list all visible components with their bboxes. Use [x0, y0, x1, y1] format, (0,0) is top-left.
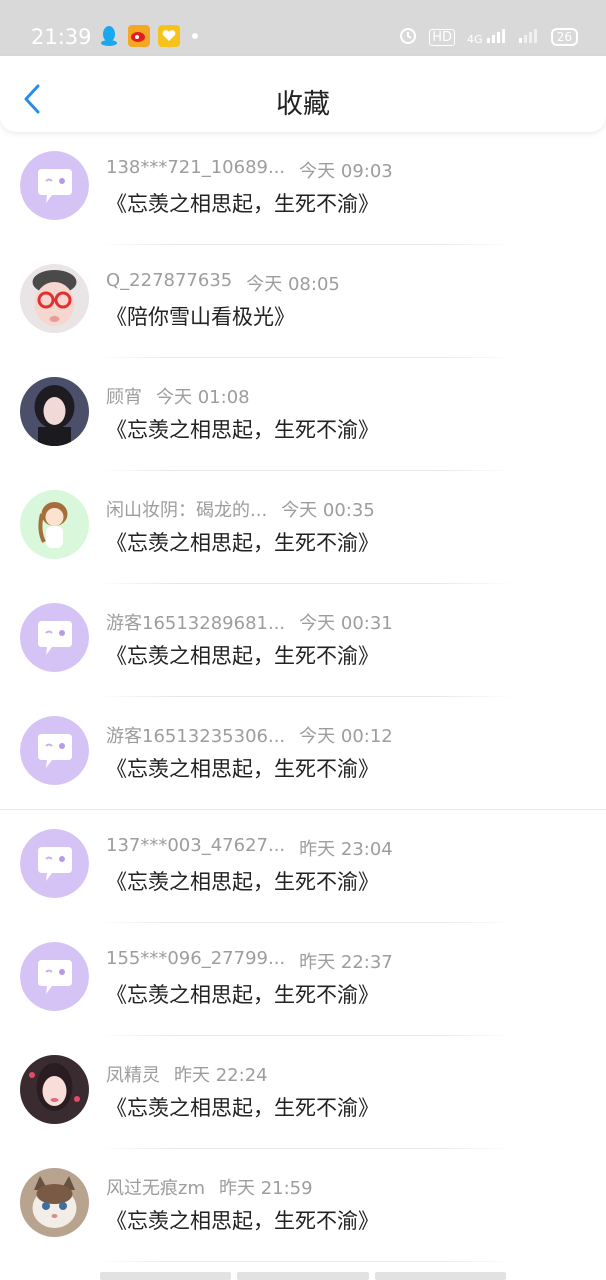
- item-time: 今天 00:12: [299, 726, 393, 747]
- nav-bar: 收藏: [0, 56, 606, 132]
- list-item[interactable]: 游客16513289681... 今天 00:31 《忘羡之相思起，生死不渝》: [0, 584, 606, 697]
- page-title: 收藏: [276, 89, 330, 120]
- list-item[interactable]: 138***721_10689... 今天 09:03 《忘羡之相思起，生死不渝…: [0, 132, 606, 245]
- notification-icons: [98, 25, 198, 47]
- item-title: 《忘羡之相思起，生死不渝》: [106, 983, 379, 1007]
- user-name: 凤精灵: [106, 1065, 160, 1086]
- weibo-icon: [128, 25, 150, 47]
- bottom-scroll-indicator: [100, 1272, 506, 1280]
- hd-icon: HD: [429, 28, 456, 46]
- item-title: 《陪你雪山看极光》: [106, 305, 295, 329]
- item-time: 今天 08:05: [246, 274, 340, 295]
- item-meta: 155***096_27799... 昨天 22:37: [106, 948, 393, 974]
- system-icons: HD 4G 26: [399, 26, 578, 48]
- list-item[interactable]: 155***096_27799... 昨天 22:37 《忘羡之相思起，生死不渝…: [0, 923, 606, 1036]
- user-name: 顾宵: [106, 387, 142, 408]
- indicator-segment: [100, 1272, 232, 1280]
- item-meta: 闲山妆阴：碣龙的... 今天 00:35: [106, 496, 375, 522]
- item-meta: 游客16513289681... 今天 00:31: [106, 609, 393, 635]
- user-name: 137***003_47627...: [106, 835, 286, 856]
- item-time: 今天 00:35: [281, 500, 375, 521]
- avatar[interactable]: [20, 942, 89, 1011]
- user-name: 游客16513235306...: [106, 726, 286, 747]
- item-meta: 游客16513235306... 今天 00:12: [106, 722, 393, 748]
- item-title: 《忘羡之相思起，生死不渝》: [106, 531, 379, 555]
- user-name: 138***721_10689...: [106, 157, 286, 178]
- avatar[interactable]: [20, 829, 89, 898]
- girl-photo-icon: [20, 377, 89, 446]
- item-time: 昨天 23:04: [299, 839, 393, 860]
- list-item[interactable]: 顾宵 今天 01:08 《忘羡之相思起，生死不渝》: [0, 358, 606, 471]
- item-time: 昨天 22:37: [299, 952, 393, 973]
- item-title: 《忘羡之相思起，生死不渝》: [106, 757, 379, 781]
- divider: [96, 1261, 514, 1262]
- chat-bubble-icon: [20, 942, 89, 1011]
- indicator-segment: [237, 1272, 369, 1280]
- user-name: 155***096_27799...: [106, 948, 286, 969]
- list-item[interactable]: Q_227877635 今天 08:05 《陪你雪山看极光》: [0, 245, 606, 358]
- avatar[interactable]: [20, 1055, 89, 1124]
- avatar[interactable]: [20, 151, 89, 220]
- avatar[interactable]: [20, 377, 89, 446]
- item-time: 今天 00:31: [299, 613, 393, 634]
- item-time: 昨天 22:24: [174, 1065, 268, 1086]
- item-title: 《忘羡之相思起，生死不渝》: [106, 870, 379, 894]
- list-item[interactable]: 风过无痕zm 昨天 21:59 《忘羡之相思起，生死不渝》: [0, 1149, 606, 1262]
- chat-bubble-icon: [20, 716, 89, 785]
- network-label: 4G: [467, 33, 483, 46]
- item-title: 《忘羡之相思起，生死不渝》: [106, 418, 379, 442]
- more-notifications-dot: [192, 33, 198, 39]
- item-time: 昨天 21:59: [218, 1178, 313, 1199]
- signal-icon: [518, 27, 539, 47]
- item-meta: Q_227877635 今天 08:05: [106, 270, 340, 296]
- item-title: 《忘羡之相思起，生死不渝》: [106, 192, 379, 216]
- chat-bubble-icon: [20, 829, 89, 898]
- list-item[interactable]: 闲山妆阴：碣龙的... 今天 00:35 《忘羡之相思起，生死不渝》: [0, 471, 606, 584]
- avatar[interactable]: [20, 264, 89, 333]
- user-name: 闲山妆阴：碣龙的...: [106, 500, 268, 521]
- chat-bubble-icon: [20, 151, 89, 220]
- item-title: 《忘羡之相思起，生死不渝》: [106, 644, 379, 668]
- status-bar: 21:39 HD 4G 26: [0, 0, 606, 56]
- baby-photo-icon: [20, 264, 89, 333]
- item-meta: 凤精灵 昨天 22:24: [106, 1061, 268, 1087]
- item-meta: 137***003_47627... 昨天 23:04: [106, 835, 393, 861]
- indicator-segment: [374, 1272, 506, 1280]
- favorites-list: 138***721_10689... 今天 09:03 《忘羡之相思起，生死不渝…: [0, 132, 606, 1262]
- girl-selfie-icon: [20, 1055, 89, 1124]
- item-meta: 138***721_10689... 今天 09:03: [106, 157, 393, 183]
- item-title: 《忘羡之相思起，生死不渝》: [106, 1209, 379, 1233]
- user-name: Q_227877635: [106, 270, 233, 291]
- item-meta: 顾宵 今天 01:08: [106, 383, 250, 409]
- alarm-icon: [399, 26, 417, 48]
- list-item[interactable]: 游客16513235306... 今天 00:12 《忘羡之相思起，生死不渝》: [0, 697, 606, 810]
- list-item[interactable]: 凤精灵 昨天 22:24 《忘羡之相思起，生死不渝》: [0, 1036, 606, 1149]
- item-time: 今天 09:03: [299, 161, 393, 182]
- status-time: 21:39: [31, 25, 92, 49]
- cat-photo-icon: [20, 1168, 89, 1237]
- avatar[interactable]: [20, 1168, 89, 1237]
- list-item[interactable]: 137***003_47627... 昨天 23:04 《忘羡之相思起，生死不渝…: [0, 810, 606, 923]
- item-meta: 风过无痕zm 昨天 21:59: [106, 1174, 313, 1200]
- signal-4g-icon: 4G: [467, 27, 507, 47]
- item-title: 《忘羡之相思起，生死不渝》: [106, 1096, 379, 1120]
- user-name: 游客16513289681...: [106, 613, 286, 634]
- avatar[interactable]: [20, 603, 89, 672]
- qq-icon: [98, 25, 120, 47]
- heart-app-icon: [158, 25, 180, 47]
- battery-icon: 26: [550, 28, 578, 46]
- item-time: 今天 01:08: [156, 387, 250, 408]
- user-name: 风过无痕zm: [106, 1178, 205, 1199]
- avatar[interactable]: [20, 716, 89, 785]
- avatar[interactable]: [20, 490, 89, 559]
- cartoon-girl-icon: [20, 490, 89, 559]
- chat-bubble-icon: [20, 603, 89, 672]
